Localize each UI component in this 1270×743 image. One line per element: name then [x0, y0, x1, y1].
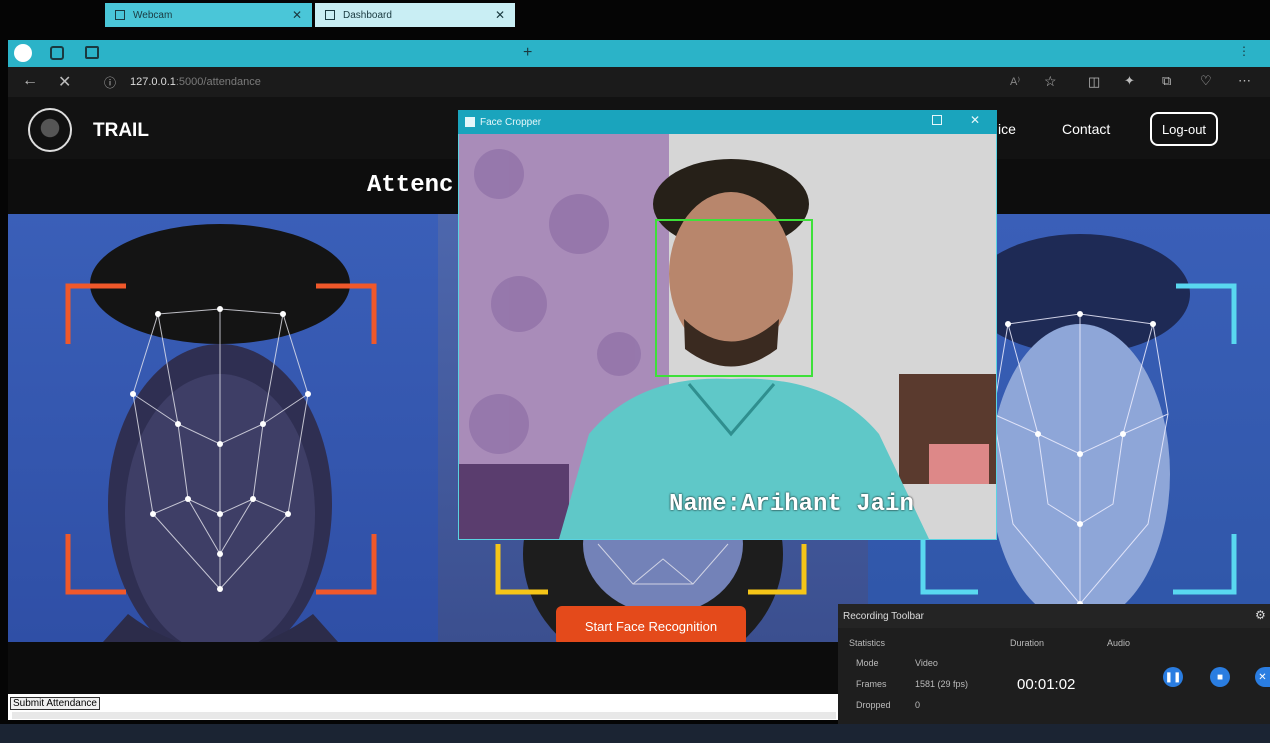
- audio-label: Audio: [1107, 638, 1131, 648]
- recording-toolbar-title: Recording Toolbar: [843, 610, 924, 622]
- new-tab-icon[interactable]: +: [523, 44, 532, 62]
- favorite-icon[interactable]: ☆: [1044, 73, 1057, 90]
- close-icon[interactable]: ✕: [970, 113, 980, 127]
- mode-label: Mode: [856, 658, 879, 668]
- hero-image-left: [8, 214, 438, 642]
- menu-icon[interactable]: ⋯: [1238, 73, 1251, 89]
- horizontal-scrollbar[interactable]: [12, 712, 836, 719]
- dropped-label: Dropped: [856, 700, 891, 710]
- close-icon[interactable]: ✕: [292, 8, 302, 22]
- recording-toolbar-titlebar[interactable]: Recording Toolbar: [838, 604, 1270, 628]
- extensions-icon[interactable]: ✦: [1124, 73, 1135, 89]
- dropped-value: 0: [915, 700, 921, 710]
- tab-label: Webcam: [133, 9, 173, 21]
- url-host: 127.0.0.1: [130, 76, 176, 88]
- brand-name[interactable]: TRAIL: [93, 120, 149, 142]
- statistics-label: Statistics: [849, 638, 886, 648]
- face-cropper-titlebar[interactable]: Face Cropper: [458, 110, 997, 134]
- tab-actions-icon[interactable]: [85, 46, 99, 59]
- tab-label: Dashboard: [343, 9, 392, 21]
- page-title: Attenc: [367, 172, 454, 199]
- stop-icon[interactable]: ✕: [58, 72, 71, 92]
- submit-attendance-button[interactable]: Submit Attendance: [10, 697, 100, 710]
- nav-service-link[interactable]: ice: [998, 121, 1016, 137]
- address-bar[interactable]: 127.0.0.1:5000/attendance: [130, 71, 1030, 93]
- close-icon[interactable]: ✕: [1255, 667, 1270, 687]
- close-icon[interactable]: ✕: [495, 8, 505, 22]
- app-icon: [465, 117, 475, 127]
- split-screen-icon[interactable]: ◫: [1088, 74, 1100, 90]
- settings-icon[interactable]: ⚙: [1255, 608, 1266, 622]
- os-taskbar: [0, 724, 1270, 743]
- page-icon: [115, 10, 125, 20]
- frames-value: 1581 (29 fps): [915, 679, 969, 689]
- mode-value: Video: [915, 658, 938, 668]
- browser-essentials-icon[interactable]: ♡: [1200, 73, 1212, 89]
- collections-icon[interactable]: ⧉: [1162, 73, 1171, 89]
- info-icon[interactable]: ⓘ: [104, 74, 116, 91]
- recognized-name-label: Name:Arihant Jain: [669, 491, 914, 518]
- frames-label: Frames: [856, 679, 887, 689]
- pause-icon[interactable]: ❚❚: [1163, 667, 1183, 687]
- tab-webcam[interactable]: Webcam ✕: [105, 3, 312, 27]
- start-face-recognition-button[interactable]: Start Face Recognition: [556, 606, 746, 646]
- face-mesh-illustration: [65, 224, 377, 642]
- url-path: :5000/attendance: [175, 76, 261, 88]
- nav-contact-link[interactable]: Contact: [1062, 121, 1110, 137]
- stop-icon[interactable]: ■: [1210, 667, 1230, 687]
- tab-dashboard[interactable]: Dashboard ✕: [315, 3, 515, 27]
- logout-button[interactable]: Log-out: [1150, 112, 1218, 146]
- workspaces-icon[interactable]: [50, 46, 64, 60]
- browser-tab-bar: [8, 40, 1270, 67]
- profile-icon[interactable]: [14, 44, 32, 62]
- read-aloud-icon[interactable]: A⁾: [1010, 75, 1020, 88]
- webcam-feed: [459, 134, 996, 539]
- webcam-frame: [459, 134, 996, 539]
- footer-band: [8, 642, 838, 694]
- window-title: Face Cropper: [480, 116, 542, 128]
- more-icon[interactable]: ⋮: [1238, 44, 1250, 58]
- recording-duration: 00:01:02: [1017, 676, 1076, 693]
- duration-label: Duration: [1010, 638, 1045, 648]
- page-icon: [325, 10, 335, 20]
- maximize-icon[interactable]: [932, 115, 942, 125]
- back-icon[interactable]: ←: [22, 72, 38, 90]
- logo[interactable]: [28, 108, 72, 152]
